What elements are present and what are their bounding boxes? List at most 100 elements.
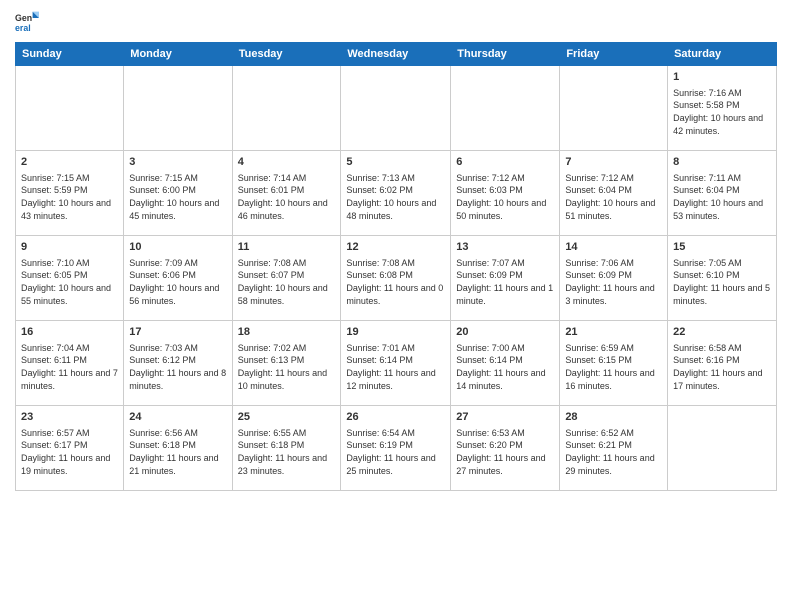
day-number: 28	[565, 410, 662, 425]
weekday-friday: Friday	[560, 43, 668, 66]
calendar-week-0: 1 Sunrise: 7:16 AM Sunset: 5:58 PM Daylig…	[16, 66, 777, 151]
day-info: Sunrise: 7:16 AM Sunset: 5:58 PM Dayligh…	[673, 87, 771, 137]
day-number: 17	[129, 325, 226, 340]
day-number: 5	[346, 155, 445, 170]
calendar-cell: 21 Sunrise: 6:59 AM Sunset: 6:15 PM Dayli…	[560, 321, 668, 406]
calendar-cell	[560, 66, 668, 151]
day-number: 11	[238, 240, 336, 255]
calendar-cell: 24 Sunrise: 6:56 AM Sunset: 6:18 PM Dayli…	[124, 406, 232, 491]
calendar-cell	[451, 66, 560, 151]
calendar-table: SundayMondayTuesdayWednesdayThursdayFrid…	[15, 42, 777, 491]
calendar-cell	[16, 66, 124, 151]
day-number: 15	[673, 240, 771, 255]
day-number: 22	[673, 325, 771, 340]
day-info: Sunrise: 7:12 AM Sunset: 6:04 PM Dayligh…	[565, 172, 662, 222]
calendar-cell: 2 Sunrise: 7:15 AM Sunset: 5:59 PM Daylig…	[16, 151, 124, 236]
day-number: 1	[673, 70, 771, 85]
day-info: Sunrise: 7:06 AM Sunset: 6:09 PM Dayligh…	[565, 257, 662, 307]
day-info: Sunrise: 6:55 AM Sunset: 6:18 PM Dayligh…	[238, 427, 336, 477]
weekday-tuesday: Tuesday	[232, 43, 341, 66]
day-number: 20	[456, 325, 554, 340]
calendar-cell: 10Sunrise: 7:09 AM Sunset: 6:06 PM Dayli…	[124, 236, 232, 321]
calendar-cell: 13 Sunrise: 7:07 AM Sunset: 6:09 PM Dayli…	[451, 236, 560, 321]
day-info: Sunrise: 7:07 AM Sunset: 6:09 PM Dayligh…	[456, 257, 554, 307]
day-number: 25	[238, 410, 336, 425]
day-info: Sunrise: 7:08 AM Sunset: 6:08 PM Dayligh…	[346, 257, 445, 307]
calendar-cell: 17 Sunrise: 7:03 AM Sunset: 6:12 PM Dayli…	[124, 321, 232, 406]
day-number: 26	[346, 410, 445, 425]
day-info: Sunrise: 6:57 AM Sunset: 6:17 PM Dayligh…	[21, 427, 118, 477]
day-info: Sunrise: 7:14 AM Sunset: 6:01 PM Dayligh…	[238, 172, 336, 222]
day-number: 23	[21, 410, 118, 425]
weekday-monday: Monday	[124, 43, 232, 66]
calendar-cell: 27 Sunrise: 6:53 AM Sunset: 6:20 PM Dayli…	[451, 406, 560, 491]
calendar-cell: 9Sunrise: 7:10 AM Sunset: 6:05 PM Daylig…	[16, 236, 124, 321]
day-info: Sunrise: 7:01 AM Sunset: 6:14 PM Dayligh…	[346, 342, 445, 392]
day-number: 7	[565, 155, 662, 170]
day-number: 19	[346, 325, 445, 340]
weekday-header-row: SundayMondayTuesdayWednesdayThursdayFrid…	[16, 43, 777, 66]
calendar-week-4: 23 Sunrise: 6:57 AM Sunset: 6:17 PM Dayli…	[16, 406, 777, 491]
calendar-cell	[668, 406, 777, 491]
calendar-cell: 20 Sunrise: 7:00 AM Sunset: 6:14 PM Dayli…	[451, 321, 560, 406]
calendar-cell: 18 Sunrise: 7:02 AM Sunset: 6:13 PM Dayli…	[232, 321, 341, 406]
day-info: Sunrise: 7:04 AM Sunset: 6:11 PM Dayligh…	[21, 342, 118, 392]
day-number: 14	[565, 240, 662, 255]
calendar-cell: 6 Sunrise: 7:12 AM Sunset: 6:03 PM Daylig…	[451, 151, 560, 236]
calendar-cell: 28 Sunrise: 6:52 AM Sunset: 6:21 PM Dayli…	[560, 406, 668, 491]
calendar-cell	[232, 66, 341, 151]
day-info: Sunrise: 6:58 AM Sunset: 6:16 PM Dayligh…	[673, 342, 771, 392]
day-info: Sunrise: 7:13 AM Sunset: 6:02 PM Dayligh…	[346, 172, 445, 222]
day-info: Sunrise: 7:11 AM Sunset: 6:04 PM Dayligh…	[673, 172, 771, 222]
day-info: Sunrise: 6:59 AM Sunset: 6:15 PM Dayligh…	[565, 342, 662, 392]
calendar-week-1: 2 Sunrise: 7:15 AM Sunset: 5:59 PM Daylig…	[16, 151, 777, 236]
calendar-cell: 22 Sunrise: 6:58 AM Sunset: 6:16 PM Dayli…	[668, 321, 777, 406]
day-info: Sunrise: 7:09 AM Sunset: 6:06 PM Dayligh…	[129, 257, 226, 307]
day-info: Sunrise: 6:53 AM Sunset: 6:20 PM Dayligh…	[456, 427, 554, 477]
day-number: 24	[129, 410, 226, 425]
day-info: Sunrise: 7:15 AM Sunset: 6:00 PM Dayligh…	[129, 172, 226, 222]
day-number: 16	[21, 325, 118, 340]
day-number: 4	[238, 155, 336, 170]
calendar-cell: 15 Sunrise: 7:05 AM Sunset: 6:10 PM Dayli…	[668, 236, 777, 321]
calendar-cell: 14 Sunrise: 7:06 AM Sunset: 6:09 PM Dayli…	[560, 236, 668, 321]
calendar-cell: 26Sunrise: 6:54 AM Sunset: 6:19 PM Dayli…	[341, 406, 451, 491]
day-number: 18	[238, 325, 336, 340]
day-number: 3	[129, 155, 226, 170]
day-number: 13	[456, 240, 554, 255]
day-number: 21	[565, 325, 662, 340]
day-info: Sunrise: 7:00 AM Sunset: 6:14 PM Dayligh…	[456, 342, 554, 392]
day-info: Sunrise: 6:56 AM Sunset: 6:18 PM Dayligh…	[129, 427, 226, 477]
day-info: Sunrise: 7:03 AM Sunset: 6:12 PM Dayligh…	[129, 342, 226, 392]
day-info: Sunrise: 7:02 AM Sunset: 6:13 PM Dayligh…	[238, 342, 336, 392]
calendar-week-2: 9Sunrise: 7:10 AM Sunset: 6:05 PM Daylig…	[16, 236, 777, 321]
calendar-cell: 25 Sunrise: 6:55 AM Sunset: 6:18 PM Dayli…	[232, 406, 341, 491]
calendar-cell: 11Sunrise: 7:08 AM Sunset: 6:07 PM Dayli…	[232, 236, 341, 321]
calendar-cell: 1 Sunrise: 7:16 AM Sunset: 5:58 PM Daylig…	[668, 66, 777, 151]
weekday-sunday: Sunday	[16, 43, 124, 66]
svg-text:Gen: Gen	[15, 13, 32, 23]
calendar-cell: 23 Sunrise: 6:57 AM Sunset: 6:17 PM Dayli…	[16, 406, 124, 491]
day-info: Sunrise: 6:52 AM Sunset: 6:21 PM Dayligh…	[565, 427, 662, 477]
day-number: 27	[456, 410, 554, 425]
logo-icon: Gen eral	[15, 10, 39, 34]
day-number: 2	[21, 155, 118, 170]
calendar-cell: 5 Sunrise: 7:13 AM Sunset: 6:02 PM Daylig…	[341, 151, 451, 236]
calendar-week-3: 16 Sunrise: 7:04 AM Sunset: 6:11 PM Dayli…	[16, 321, 777, 406]
day-number: 12	[346, 240, 445, 255]
day-info: Sunrise: 7:05 AM Sunset: 6:10 PM Dayligh…	[673, 257, 771, 307]
day-info: Sunrise: 7:15 AM Sunset: 5:59 PM Dayligh…	[21, 172, 118, 222]
weekday-thursday: Thursday	[451, 43, 560, 66]
page: Gen eral SundayMondayTuesdayWednesdayThu…	[0, 0, 792, 612]
weekday-saturday: Saturday	[668, 43, 777, 66]
weekday-wednesday: Wednesday	[341, 43, 451, 66]
logo: Gen eral	[15, 10, 43, 34]
calendar-cell: 7 Sunrise: 7:12 AM Sunset: 6:04 PM Daylig…	[560, 151, 668, 236]
calendar-cell: 19 Sunrise: 7:01 AM Sunset: 6:14 PM Dayli…	[341, 321, 451, 406]
day-number: 6	[456, 155, 554, 170]
calendar-cell	[124, 66, 232, 151]
day-info: Sunrise: 7:10 AM Sunset: 6:05 PM Dayligh…	[21, 257, 118, 307]
day-info: Sunrise: 7:12 AM Sunset: 6:03 PM Dayligh…	[456, 172, 554, 222]
header: Gen eral	[15, 10, 777, 34]
calendar-cell: 4 Sunrise: 7:14 AM Sunset: 6:01 PM Daylig…	[232, 151, 341, 236]
